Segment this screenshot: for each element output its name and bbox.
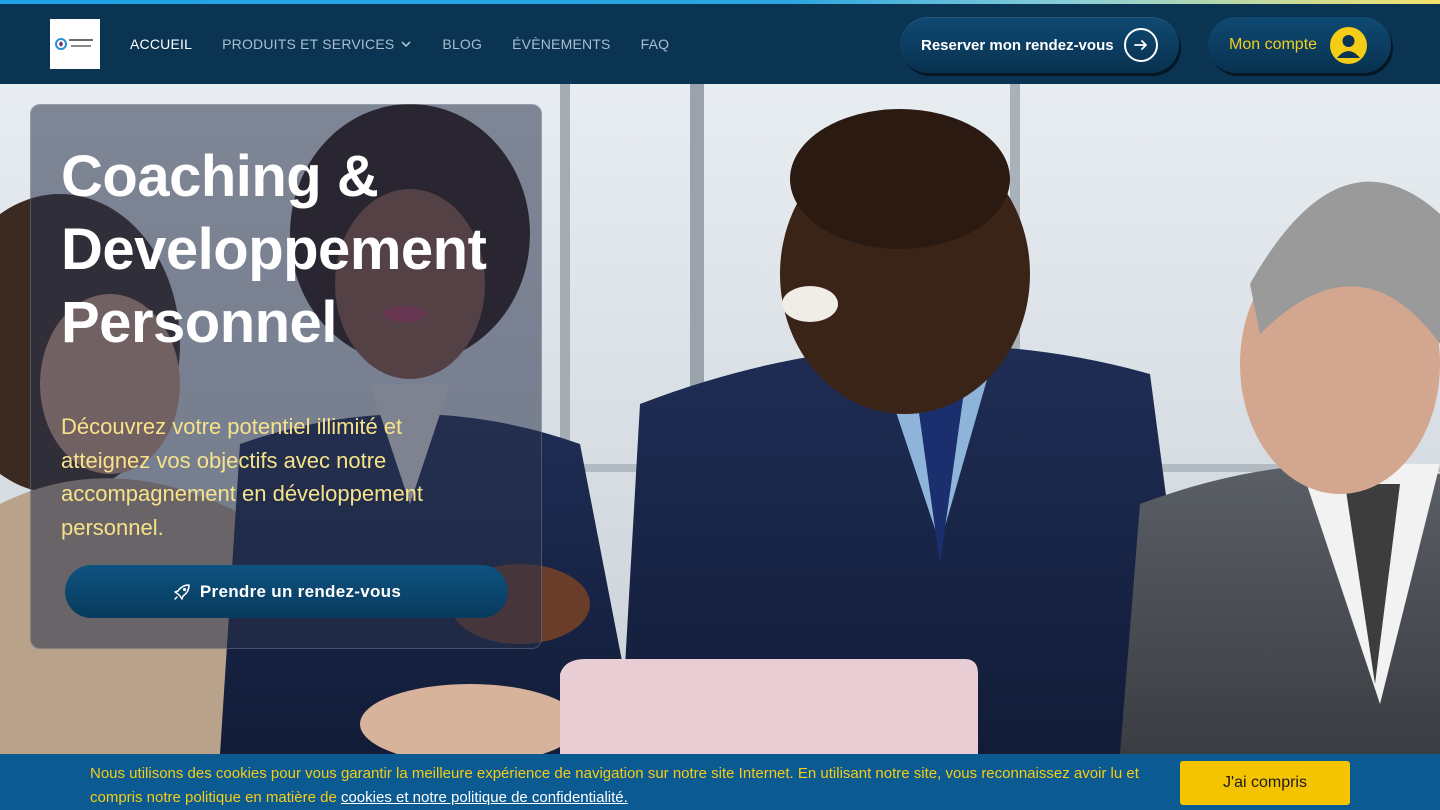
rocket-icon — [174, 583, 190, 600]
site-logo[interactable] — [50, 19, 100, 69]
main-nav: ACCUEIL PRODUITS ET SERVICES BLOG ÉVÈNEM… — [130, 4, 669, 84]
logo-mark-icon — [55, 38, 93, 50]
nav-item-evenements[interactable]: ÉVÈNEMENTS — [512, 36, 610, 52]
nav-item-label: PRODUITS ET SERVICES — [222, 36, 395, 52]
site-header: ACCUEIL PRODUITS ET SERVICES BLOG ÉVÈNEM… — [0, 4, 1440, 84]
cookie-accept-button[interactable]: J'ai compris — [1180, 761, 1350, 805]
book-appointment-label: Reserver mon rendez-vous — [921, 36, 1114, 54]
nav-item-accueil[interactable]: ACCUEIL — [130, 36, 192, 52]
hero-title: Coaching & Developpement Personnel — [61, 144, 487, 355]
book-appointment-button[interactable]: Reserver mon rendez-vous — [900, 17, 1179, 73]
account-button[interactable]: Mon compte — [1208, 17, 1391, 73]
nav-item-label: BLOG — [442, 36, 483, 52]
nav-item-label: ACCUEIL — [130, 36, 193, 52]
cta-label: Prendre un rendez-vous — [199, 581, 402, 601]
nav-item-faq[interactable]: FAQ — [641, 36, 670, 52]
chevron-down-icon — [401, 41, 411, 48]
hero-subtitle: Découvrez votre potentiel illimité et at… — [61, 414, 424, 540]
user-icon — [1330, 27, 1367, 64]
nav-item-label: FAQ — [640, 36, 670, 52]
cookie-accept-label: J'ai compris — [1223, 774, 1307, 791]
hero-section: Coaching & Developpement Personnel Décou… — [0, 84, 1440, 754]
nav-item-blog[interactable]: BLOG — [442, 36, 482, 52]
cookie-message: Nous utilisons des cookies pour vous gar… — [90, 762, 1160, 810]
nav-item-label: ÉVÈNEMENTS — [512, 36, 611, 52]
nav-item-produits-et-services[interactable]: PRODUITS ET SERVICES — [222, 36, 412, 52]
cookie-banner: Nous utilisons des cookies pour vous gar… — [0, 754, 1440, 810]
account-label: Mon compte — [1229, 36, 1318, 53]
cookie-policy-link[interactable]: cookies et notre politique de confidenti… — [341, 789, 628, 806]
book-appointment-cta-button[interactable]: Prendre un rendez-vous — [65, 565, 508, 618]
arrow-right-icon — [1124, 28, 1158, 62]
